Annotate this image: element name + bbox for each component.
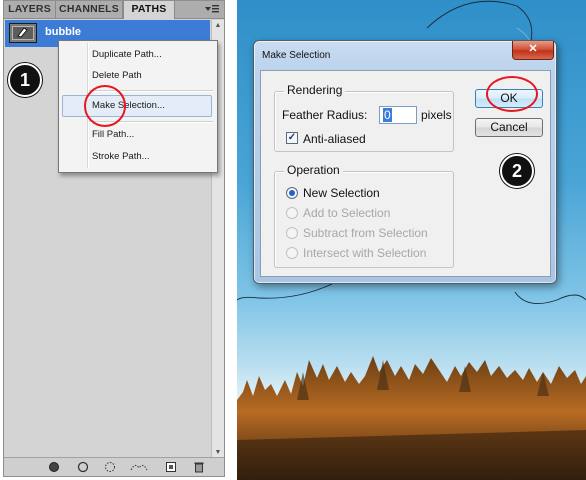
path-thumbnail — [9, 23, 37, 43]
make-work-path-icon[interactable] — [130, 461, 148, 473]
highlight-circle-ok — [486, 76, 538, 112]
tab-channels[interactable]: CHANNELS — [56, 1, 123, 18]
tab-paths[interactable]: PATHS — [123, 1, 175, 19]
radio-intersect-with-selection[interactable] — [286, 247, 298, 259]
operation-legend: Operation — [284, 163, 343, 177]
radio-subtract-from-selection[interactable] — [286, 227, 298, 239]
add-to-selection-label: Add to Selection — [303, 206, 391, 220]
highlight-circle-make-selection — [84, 85, 126, 127]
panel-tab-bar: LAYERS CHANNELS PATHS — [4, 1, 224, 19]
path-context-menu: Duplicate Path... Delete Path Make Selec… — [58, 40, 218, 173]
intersect-with-selection-label: Intersect with Selection — [303, 246, 427, 260]
subtract-from-selection-label: Subtract from Selection — [303, 226, 428, 240]
pen-path-icon — [17, 27, 28, 38]
anti-aliased-label: Anti-aliased — [303, 132, 366, 146]
feather-radius-label: Feather Radius: — [282, 108, 368, 122]
cancel-button[interactable]: Cancel — [475, 118, 543, 137]
anti-aliased-checkbox[interactable]: ✓ — [286, 132, 298, 144]
feather-radius-input[interactable]: 0 — [379, 106, 417, 124]
panel-footer-toolbar — [4, 457, 224, 476]
autumn-trees — [237, 356, 586, 480]
menu-item-delete-path[interactable]: Delete Path — [92, 66, 142, 86]
tab-layers[interactable]: LAYERS — [4, 1, 56, 18]
path-name-label: bubble — [45, 26, 82, 38]
new-path-icon[interactable] — [164, 461, 178, 473]
radio-new-selection[interactable] — [286, 187, 298, 199]
close-icon[interactable]: ✕ — [512, 41, 554, 60]
scroll-up-arrow-icon[interactable]: ▲ — [212, 20, 224, 31]
dialog-title: Make Selection — [262, 50, 331, 61]
panel-menu-icon[interactable] — [204, 3, 220, 16]
trash-icon[interactable] — [192, 461, 206, 473]
load-selection-icon[interactable] — [103, 461, 117, 473]
fill-path-icon[interactable] — [47, 461, 61, 473]
step-badge-2: 2 — [500, 154, 534, 188]
menu-item-duplicate-path[interactable]: Duplicate Path... — [92, 45, 162, 65]
radio-add-to-selection[interactable] — [286, 207, 298, 219]
feather-unit-label: pixels — [421, 108, 452, 122]
menu-item-fill-path[interactable]: Fill Path... — [92, 125, 134, 145]
rendering-group: Rendering Feather Radius: 0 pixels ✓ Ant… — [274, 83, 454, 152]
new-selection-label: New Selection — [303, 186, 380, 200]
menu-item-stroke-path[interactable]: Stroke Path... — [92, 147, 150, 167]
step-badge-1: 1 — [8, 63, 42, 97]
stroke-path-icon[interactable] — [76, 461, 90, 473]
operation-group: Operation New Selection Add to Selection… — [274, 163, 454, 268]
rendering-legend: Rendering — [284, 83, 346, 97]
